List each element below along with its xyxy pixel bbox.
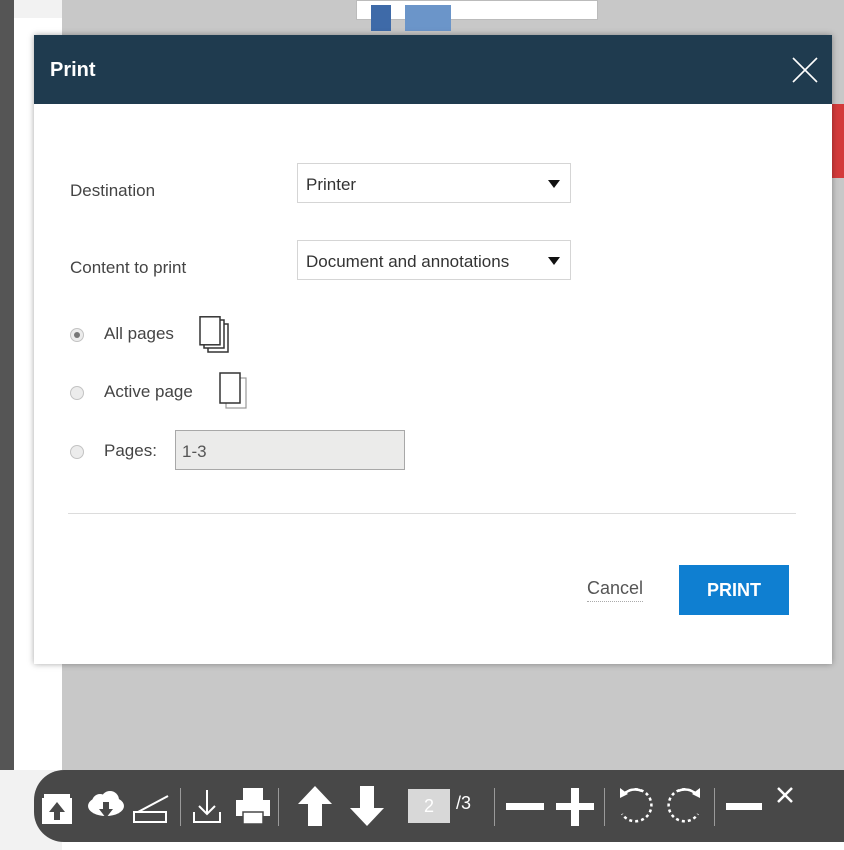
next-page-button[interactable] bbox=[348, 782, 386, 830]
download-button[interactable] bbox=[190, 782, 224, 830]
print-toolbar-button[interactable] bbox=[234, 782, 272, 830]
pages-range-radio[interactable] bbox=[70, 445, 84, 459]
arrow-down-icon bbox=[350, 786, 384, 826]
close-icon bbox=[777, 787, 793, 803]
page-thumbnail-icon bbox=[405, 5, 451, 31]
pages-range-input[interactable]: 1-3 bbox=[175, 430, 405, 470]
dropdown-arrow-icon bbox=[548, 180, 560, 188]
dropdown-arrow-icon bbox=[548, 257, 560, 265]
document-page-preview bbox=[356, 0, 598, 31]
pages-range-option[interactable]: Pages: bbox=[70, 437, 180, 467]
cloud-download-button[interactable] bbox=[86, 782, 126, 830]
document-red-block bbox=[832, 104, 844, 178]
dialog-header: Print bbox=[34, 35, 832, 104]
toolbar-separator bbox=[180, 788, 181, 826]
cancel-button[interactable]: Cancel bbox=[587, 578, 644, 602]
toolbar-separator bbox=[714, 788, 715, 826]
active-page-label: Active page bbox=[104, 382, 193, 401]
toolbar-separator bbox=[278, 788, 279, 826]
destination-label: Destination bbox=[70, 181, 156, 200]
destination-select[interactable]: Printer bbox=[297, 163, 571, 203]
multiple-pages-icon bbox=[199, 316, 229, 353]
viewer-toolbar: 2 /3 bbox=[34, 770, 844, 842]
pages-range-label: Pages: bbox=[104, 441, 157, 460]
zoom-out-icon bbox=[506, 803, 544, 810]
all-pages-radio[interactable] bbox=[70, 328, 84, 342]
arrow-up-icon bbox=[298, 786, 332, 826]
download-icon bbox=[193, 790, 221, 823]
rotate-left-icon bbox=[620, 787, 653, 823]
content-label: Content to print bbox=[70, 258, 187, 277]
content-select[interactable]: Document and annotations bbox=[297, 240, 571, 280]
scanner-icon bbox=[133, 795, 169, 823]
rotate-right-button[interactable] bbox=[664, 782, 706, 830]
close-toolbar-button[interactable] bbox=[774, 782, 796, 830]
zoom-out-button[interactable] bbox=[504, 782, 546, 830]
print-button[interactable]: PRINT bbox=[679, 565, 789, 615]
zoom-in-icon bbox=[556, 788, 594, 826]
minimize-toolbar-button[interactable] bbox=[724, 782, 766, 830]
open-button[interactable] bbox=[40, 782, 74, 830]
close-icon bbox=[792, 57, 818, 83]
destination-value: Printer bbox=[306, 175, 357, 194]
zoom-in-button[interactable] bbox=[554, 782, 596, 830]
total-pages: /3 bbox=[456, 793, 472, 813]
rotate-left-button[interactable] bbox=[614, 782, 656, 830]
all-pages-option[interactable]: All pages bbox=[70, 316, 270, 353]
viewer-sidebar-edge bbox=[0, 0, 14, 770]
printer-icon bbox=[236, 788, 270, 825]
minimize-icon bbox=[726, 803, 762, 810]
page-thumbnail-icon bbox=[371, 5, 391, 31]
cloud-download-icon bbox=[88, 791, 124, 818]
toolbar-separator bbox=[494, 788, 495, 826]
close-dialog-button[interactable] bbox=[790, 55, 820, 85]
rotate-right-icon bbox=[667, 787, 700, 823]
scan-button[interactable] bbox=[132, 782, 172, 830]
dialog-title: Print bbox=[50, 59, 96, 81]
active-page-radio[interactable] bbox=[70, 386, 84, 400]
dialog-divider bbox=[68, 513, 796, 514]
current-page-input[interactable]: 2 bbox=[408, 789, 450, 823]
content-value: Document and annotations bbox=[306, 252, 510, 271]
single-page-icon bbox=[219, 372, 247, 409]
active-page-option[interactable]: Active page bbox=[70, 372, 290, 409]
toolbar-separator bbox=[604, 788, 605, 826]
all-pages-label: All pages bbox=[104, 324, 174, 343]
previous-page-button[interactable] bbox=[296, 782, 334, 830]
print-dialog: Print Destination Printer Content to pri… bbox=[34, 35, 832, 664]
open-icon bbox=[42, 794, 72, 824]
